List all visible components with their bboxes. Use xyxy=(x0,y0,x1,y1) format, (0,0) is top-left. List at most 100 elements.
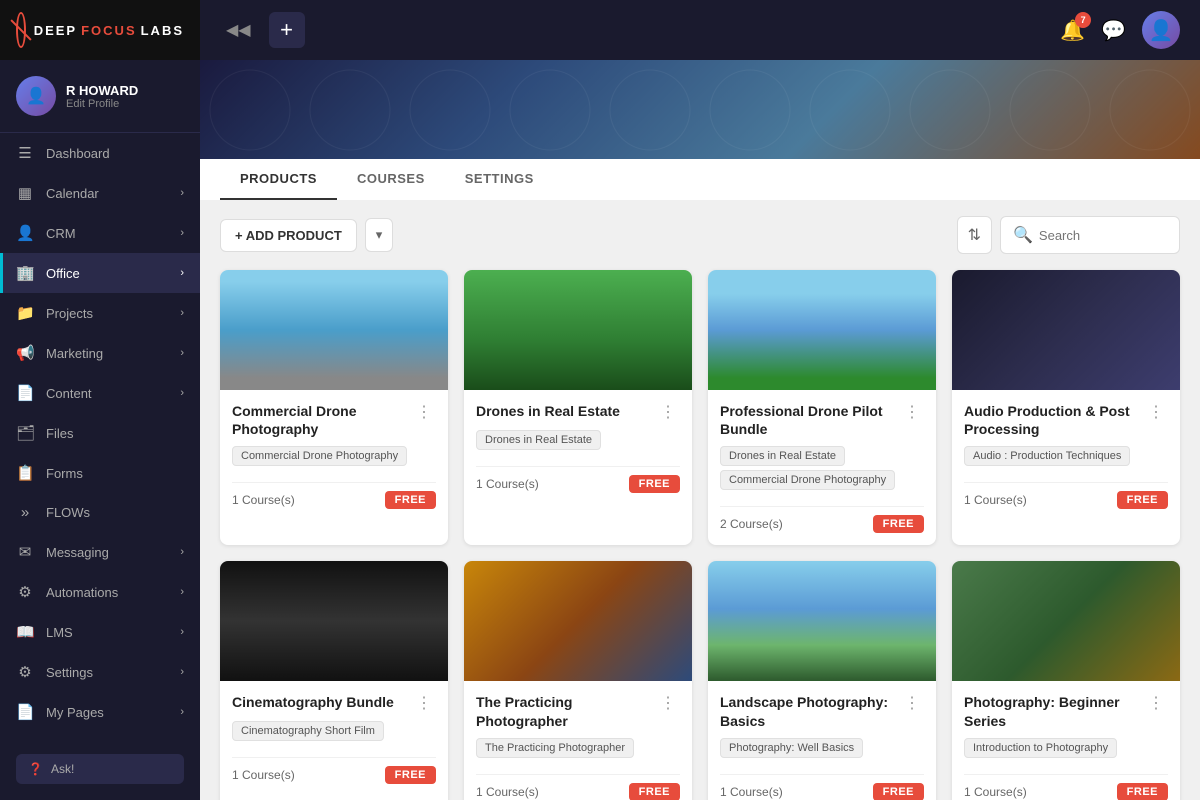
product-tags: Cinematography Short Film xyxy=(232,721,436,745)
ask-icon: ❓ xyxy=(28,762,43,776)
files-icon: 🗂 xyxy=(16,424,34,442)
product-header: Landscape Photography: Basics ⋮ xyxy=(720,693,924,729)
product-card-professional-drone-pilot[interactable]: Professional Drone Pilot Bundle ⋮ Drones… xyxy=(708,270,936,545)
product-footer: 1 Course(s) FREE xyxy=(964,482,1168,509)
chevron-right-icon: › xyxy=(180,586,184,598)
sidebar-item-lms[interactable]: 📖 LMS › xyxy=(0,612,200,652)
sidebar-item-automations[interactable]: ⚙ Automations › xyxy=(0,572,200,612)
product-tag: Photography: Well Basics xyxy=(720,738,863,758)
product-card-landscape-photography[interactable]: Landscape Photography: Basics ⋮ Photogra… xyxy=(708,561,936,800)
free-badge: FREE xyxy=(629,783,680,800)
notification-badge: 7 xyxy=(1075,12,1091,28)
office-icon: 🏢 xyxy=(16,264,34,282)
product-tags: Photography: Well Basics xyxy=(720,738,924,762)
add-product-button[interactable]: + ADD PRODUCT xyxy=(220,219,357,252)
product-menu-button[interactable]: ⋮ xyxy=(656,693,680,713)
product-body: Audio Production & Post Processing ⋮ Aud… xyxy=(952,390,1180,521)
messages-button[interactable]: 💬 xyxy=(1101,18,1126,43)
sidebar-item-office[interactable]: 🏢 Office › xyxy=(0,253,200,293)
product-header: Cinematography Bundle ⋮ xyxy=(232,693,436,713)
ask-label: Ask! xyxy=(51,762,74,776)
chevron-right-icon: › xyxy=(180,387,184,399)
product-header: The Practicing Photographer ⋮ xyxy=(476,693,680,729)
tab-settings[interactable]: SETTINGS xyxy=(445,159,554,200)
sidebar-item-my-pages[interactable]: 📄 My Pages › xyxy=(0,692,200,732)
add-product-label: + ADD PRODUCT xyxy=(235,228,342,243)
product-thumbnail xyxy=(952,561,1180,681)
sidebar-item-projects[interactable]: 📁 Projects › xyxy=(0,293,200,333)
product-card-practicing-photographer[interactable]: The Practicing Photographer ⋮ The Practi… xyxy=(464,561,692,800)
automations-icon: ⚙ xyxy=(16,583,34,601)
user-section: 👤 R HOWARD Edit Profile xyxy=(0,60,200,133)
product-card-cinematography-bundle[interactable]: Cinematography Bundle ⋮ Cinematography S… xyxy=(220,561,448,800)
product-menu-button[interactable]: ⋮ xyxy=(1144,693,1168,713)
notification-button[interactable]: 🔔 7 xyxy=(1060,18,1085,43)
active-indicator xyxy=(0,253,3,293)
chevron-right-icon: › xyxy=(180,227,184,239)
logo-icon xyxy=(16,12,26,48)
product-menu-button[interactable]: ⋮ xyxy=(412,402,436,422)
product-card-photography-beginner[interactable]: Photography: Beginner Series ⋮ Introduct… xyxy=(952,561,1180,800)
course-count: 1 Course(s) xyxy=(476,477,539,491)
product-title: Commercial Drone Photography xyxy=(232,402,412,438)
top-header: ◀◀ + 🔔 7 💬 👤 xyxy=(200,0,1200,60)
sidebar-item-label: CRM xyxy=(46,226,76,241)
product-menu-button[interactable]: ⋮ xyxy=(900,402,924,422)
sidebar-item-settings[interactable]: ⚙ Settings › xyxy=(0,652,200,692)
product-tags: Commercial Drone Photography xyxy=(232,446,436,470)
edit-profile-link[interactable]: Edit Profile xyxy=(66,98,184,110)
product-card-audio-production[interactable]: Audio Production & Post Processing ⋮ Aud… xyxy=(952,270,1180,545)
chevron-right-icon: › xyxy=(180,706,184,718)
sidebar-item-files[interactable]: 🗂 Files xyxy=(0,413,200,453)
sidebar-item-marketing[interactable]: 📢 Marketing › xyxy=(0,333,200,373)
product-menu-button[interactable]: ⋮ xyxy=(900,693,924,713)
collapse-button[interactable]: ◀◀ xyxy=(220,14,257,46)
chevron-right-icon: › xyxy=(180,666,184,678)
messaging-icon: ✉ xyxy=(16,543,34,561)
tab-products[interactable]: PRODUCTS xyxy=(220,159,337,200)
product-title: Cinematography Bundle xyxy=(232,693,412,711)
sidebar-item-forms[interactable]: 📋 Forms xyxy=(0,453,200,493)
product-menu-button[interactable]: ⋮ xyxy=(656,402,680,422)
product-body: Professional Drone Pilot Bundle ⋮ Drones… xyxy=(708,390,936,545)
sidebar-item-content[interactable]: 📄 Content › xyxy=(0,373,200,413)
dropdown-button[interactable]: ▾ xyxy=(365,218,394,252)
profile-avatar[interactable]: 👤 xyxy=(1142,11,1180,49)
product-footer: 1 Course(s) FREE xyxy=(720,774,924,800)
ask-button[interactable]: ❓ Ask! xyxy=(16,754,184,784)
flows-icon: » xyxy=(16,504,34,521)
sidebar-item-dashboard[interactable]: ☰ Dashboard xyxy=(0,133,200,173)
sidebar-item-messaging[interactable]: ✉ Messaging › xyxy=(0,532,200,572)
sidebar-item-label: Office xyxy=(46,266,80,281)
product-menu-button[interactable]: ⋮ xyxy=(1144,402,1168,422)
free-badge: FREE xyxy=(385,491,436,509)
product-header: Audio Production & Post Processing ⋮ xyxy=(964,402,1168,438)
lms-icon: 📖 xyxy=(16,623,34,641)
search-icon: 🔍 xyxy=(1013,225,1033,245)
brand-right: LABS xyxy=(141,23,184,38)
filter-button[interactable]: ⇅ xyxy=(957,216,992,254)
sidebar-item-crm[interactable]: 👤 CRM › xyxy=(0,213,200,253)
tab-courses[interactable]: COURSES xyxy=(337,159,445,200)
header-left: ◀◀ + xyxy=(220,12,305,48)
product-tag: The Practicing Photographer xyxy=(476,738,634,758)
sidebar-item-label: My Pages xyxy=(46,705,104,720)
product-body: Cinematography Bundle ⋮ Cinematography S… xyxy=(220,681,448,796)
add-button[interactable]: + xyxy=(269,12,305,48)
product-card-commercial-drone[interactable]: Commercial Drone Photography ⋮ Commercia… xyxy=(220,270,448,545)
product-thumbnail xyxy=(952,270,1180,390)
my-pages-icon: 📄 xyxy=(16,703,34,721)
sidebar-item-flows[interactable]: » FLOWs xyxy=(0,493,200,532)
product-menu-button[interactable]: ⋮ xyxy=(412,693,436,713)
product-body: Drones in Real Estate ⋮ Drones in Real E… xyxy=(464,390,692,505)
product-footer: 1 Course(s) FREE xyxy=(476,466,680,493)
product-title: The Practicing Photographer xyxy=(476,693,656,729)
product-card-drones-real-estate[interactable]: Drones in Real Estate ⋮ Drones in Real E… xyxy=(464,270,692,545)
course-count: 1 Course(s) xyxy=(476,785,539,799)
product-tag: Drones in Real Estate xyxy=(720,446,845,466)
sidebar-item-calendar[interactable]: ▦ Calendar › xyxy=(0,173,200,213)
product-footer: 1 Course(s) FREE xyxy=(232,482,436,509)
product-tag: Cinematography Short Film xyxy=(232,721,384,741)
product-thumbnail xyxy=(220,270,448,390)
search-input[interactable] xyxy=(1039,228,1167,243)
